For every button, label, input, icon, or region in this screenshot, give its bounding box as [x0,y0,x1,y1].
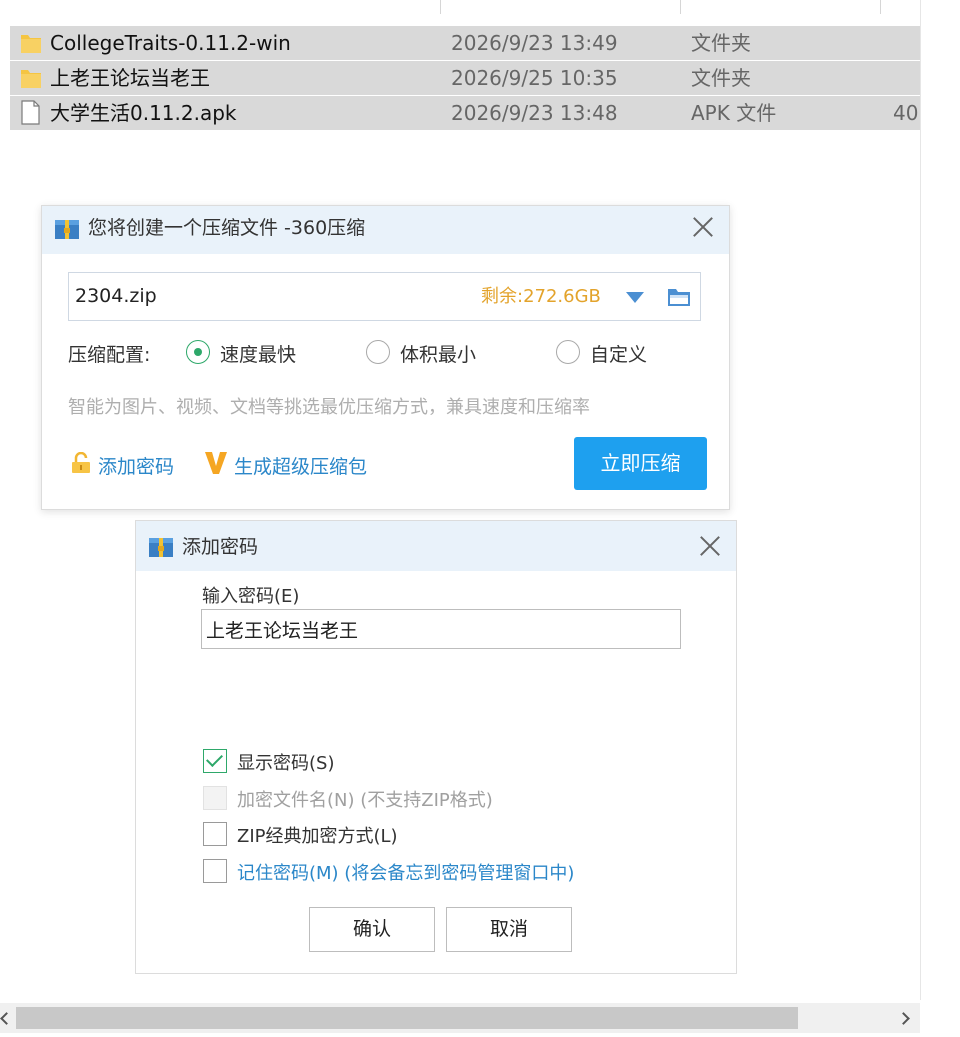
compress-hint-text: 智能为图片、视频、文档等挑选最优压缩方式，兼具速度和压缩率 [68,397,590,418]
file-modified: 2026/9/23 13:49 [451,31,618,55]
dialog-title: 您将创建一个压缩文件 -360压缩 [88,217,366,239]
radio-circle[interactable] [186,340,210,364]
generate-super-label: 生成超级压缩包 [234,456,368,478]
compress-now-button[interactable]: 立即压缩 [574,437,707,490]
file-row[interactable]: 大学生活0.11.2.apk 2026/9/23 13:48 APK 文件 40 [10,96,920,130]
lock-icon [72,452,90,473]
window-edge [920,0,921,1000]
add-password-label: 添加密码 [98,456,175,478]
compress-dialog: 您将创建一个压缩文件 -360压缩 2304.zip 剩余:272.6GB 压缩… [41,205,730,510]
radio-circle[interactable] [556,340,580,364]
checkbox-box[interactable] [203,859,227,883]
file-type: APK 文件 [691,101,777,125]
file-size: 40 [893,101,919,125]
checkbox-label: 加密文件名(N) (不支持ZIP格式) [237,790,493,811]
checkbox-label: 记住密码(M) (将会备忘到密码管理窗口中) [237,863,575,884]
column-separator[interactable] [680,0,681,14]
checkbox-box[interactable] [203,749,227,773]
column-separator[interactable] [440,0,441,14]
scrollbar-thumb[interactable] [16,1007,798,1029]
radio-circle[interactable] [366,340,390,364]
file-name: 大学生活0.11.2.apk [50,101,237,125]
scroll-left-icon[interactable] [0,1003,14,1033]
checkbox-label: 显示密码(S) [237,753,335,774]
close-icon[interactable] [699,535,721,557]
file-modified: 2026/9/23 13:48 [451,101,618,125]
browse-folder-icon[interactable] [667,287,691,307]
confirm-button[interactable]: 确认 [309,907,435,952]
archive-path-value: 2304.zip [75,285,157,307]
dialog-titlebar[interactable]: 添加密码 [136,521,736,571]
radio-label: 自定义 [590,344,648,366]
password-input[interactable] [201,609,681,649]
checkbox-label: ZIP经典加密方式(L) [237,826,398,847]
360zip-app-icon [149,538,173,557]
file-modified: 2026/9/25 10:35 [451,66,618,90]
file-name: 上老王论坛当老王 [50,66,210,90]
dialog-title: 添加密码 [182,536,259,558]
file-row[interactable]: CollegeTraits-0.11.2-win 2026/9/23 13:49… [10,26,920,60]
column-headers [0,0,920,16]
checkbox-box[interactable] [203,822,227,846]
free-space-label: 剩余:272.6GB [481,286,601,307]
compress-config-label: 压缩配置: [68,344,151,366]
checkbox-box [203,786,227,810]
radio-label: 速度最快 [220,344,297,366]
radio-label: 体积最小 [400,344,477,366]
close-icon[interactable] [692,216,714,238]
column-separator[interactable] [880,0,881,14]
folder-icon [21,70,41,88]
archive-path-input[interactable]: 2304.zip 剩余:272.6GB [68,272,701,321]
horizontal-scrollbar[interactable] [0,1003,920,1033]
chevron-down-icon[interactable] [626,292,644,303]
add-password-dialog: 添加密码 输入密码(E) 显示密码(S) 加密文件名(N) (不支持ZIP格式)… [135,520,737,974]
folder-icon [21,35,41,53]
file-name: CollegeTraits-0.11.2-win [50,31,291,55]
360zip-app-icon [55,220,79,239]
dialog-titlebar[interactable]: 您将创建一个压缩文件 -360压缩 [42,206,729,254]
file-type: 文件夹 [691,31,751,55]
password-input-label: 输入密码(E) [202,586,300,607]
cancel-button[interactable]: 取消 [446,907,572,952]
file-row[interactable]: 上老王论坛当老王 2026/9/25 10:35 文件夹 [10,61,920,95]
file-type: 文件夹 [691,66,751,90]
scroll-right-icon[interactable] [897,1003,917,1033]
file-icon [21,100,40,125]
vip-v-icon [205,452,227,474]
